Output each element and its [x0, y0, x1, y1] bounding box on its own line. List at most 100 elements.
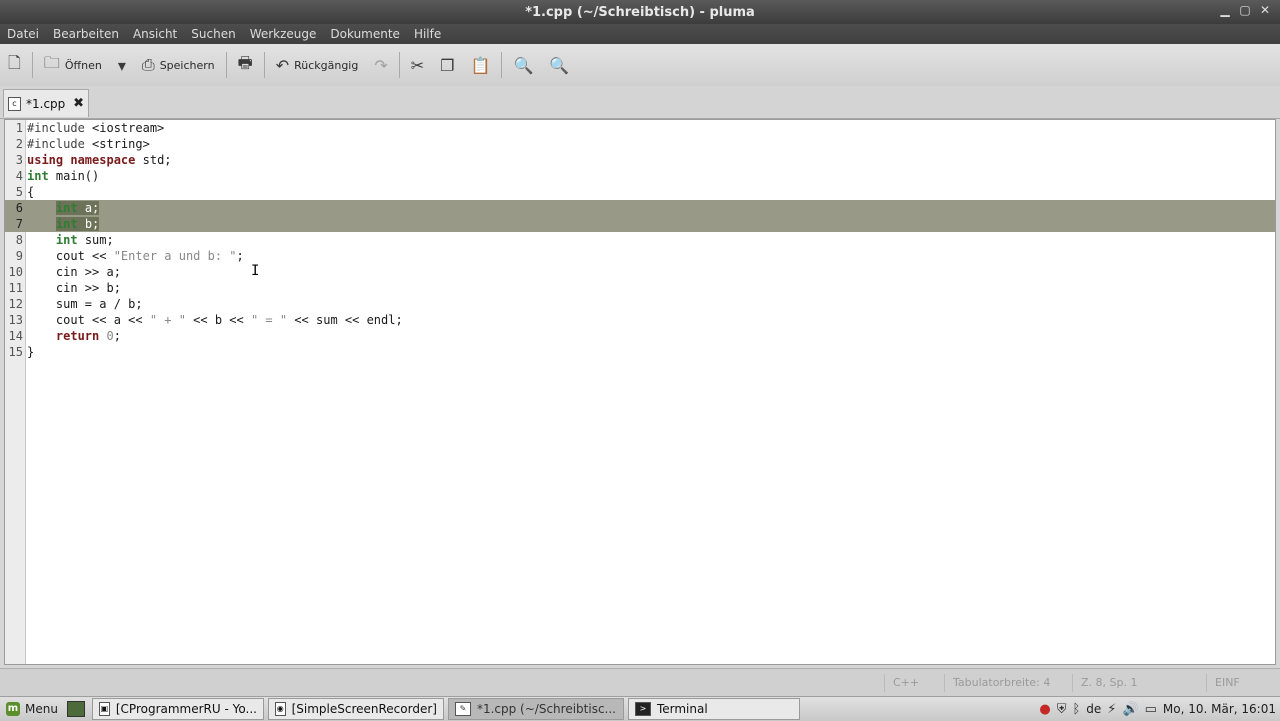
line-number: 11 — [8, 281, 23, 295]
code-line[interactable]: 5{ — [5, 184, 1275, 200]
copy-icon: ❐ — [440, 55, 455, 75]
menu-hilfe[interactable]: Hilfe — [407, 27, 448, 41]
taskbar-window-recorder[interactable]: ◉ [SimpleScreenRecorder] — [267, 698, 444, 720]
code-line[interactable]: 2 #include <string> — [5, 136, 1275, 152]
recorder-tray-icon[interactable]: ● — [1039, 702, 1050, 717]
undo-icon: ↶ — [275, 55, 290, 75]
show-desktop-icon[interactable] — [66, 701, 85, 717]
tab-1-cpp[interactable]: c *1.cpp ✖ — [3, 89, 89, 117]
code-line[interactable]: 13 cout << a << " + " << b << " = " << s… — [5, 312, 1275, 328]
toolbar-separator — [31, 52, 33, 78]
line-number: 10 — [8, 265, 23, 279]
start-menu-button[interactable]: m Menu — [0, 698, 64, 720]
volume-icon[interactable]: 🔊 — [1122, 702, 1138, 717]
code-line[interactable]: 11 cin >> b; — [5, 280, 1275, 296]
code-text: int sum; — [55, 233, 114, 247]
menu-ansicht[interactable]: Ansicht — [126, 27, 184, 41]
battery-icon[interactable]: ▭ — [1145, 702, 1157, 717]
taskbar-window-browser[interactable]: ▣ [CProgrammerRU - Yo... — [91, 698, 264, 720]
document-icon: c — [8, 96, 21, 111]
paste-button[interactable]: 📋 — [463, 50, 499, 80]
keyboard-layout[interactable]: de — [1086, 702, 1101, 716]
line-number: 15 — [8, 345, 23, 359]
menu-datei[interactable]: Datei — [0, 27, 46, 41]
close-icon[interactable]: ✕ — [1258, 3, 1272, 17]
code-line[interactable]: 1 #include <iostream> — [5, 120, 1275, 136]
code-line[interactable]: 3 using namespace std; — [5, 152, 1275, 168]
clipboard-icon: 📋 — [470, 55, 491, 75]
search-replace-button[interactable]: 🔍 — [541, 50, 577, 80]
code-line[interactable]: 8 int sum; — [5, 232, 1275, 248]
taskbar-window-pluma[interactable]: ✎ *1.cpp (~/Schreibtisc... — [447, 698, 624, 720]
minimize-icon[interactable]: ▁ — [1218, 3, 1232, 17]
recent-files-dropdown[interactable]: ▾ — [110, 50, 134, 80]
code-text: int main() — [27, 169, 100, 183]
code-text: #include <string> — [27, 137, 150, 151]
code-text: return 0; — [55, 329, 121, 343]
taskbar-window-label: [CProgrammerRU - Yo... — [115, 702, 257, 716]
clock[interactable]: Mo, 10. Mär, 16:01 — [1163, 702, 1276, 716]
start-menu-label: Menu — [25, 702, 58, 716]
toolbar-separator — [501, 52, 503, 78]
menu-suchen[interactable]: Suchen — [184, 27, 242, 41]
undo-label: Rückgängig — [294, 58, 359, 72]
language-selector[interactable]: C++ — [884, 674, 927, 692]
code-text: cout << "Enter a und b: "; — [27, 249, 244, 263]
new-document-button[interactable]: 🗋 — [0, 50, 29, 80]
text-editor-icon: ✎ — [454, 702, 471, 716]
code-line[interactable]: 10 cin >> a; — [5, 264, 1275, 280]
code-text: { — [27, 185, 35, 199]
code-editor[interactable]: 1 #include <iostream> 2 #include <string> 3 u… — [4, 119, 1276, 665]
line-number: 3 — [15, 153, 23, 167]
recorder-icon: ◉ — [274, 702, 286, 716]
cut-button[interactable]: ✂ — [403, 50, 432, 80]
line-number: 5 — [15, 185, 23, 199]
menu-dokumente[interactable]: Dokumente — [323, 27, 407, 41]
code-line[interactable]: 15} — [5, 344, 1275, 360]
tab-width-selector[interactable]: Tabulatorbreite: 4 — [944, 674, 1058, 692]
menu-werkzeuge[interactable]: Werkzeuge — [243, 27, 324, 41]
printer-icon: 🖶 — [237, 52, 253, 72]
open-label: Öffnen — [64, 58, 102, 72]
line-number: 14 — [8, 329, 23, 343]
shield-icon[interactable]: ⛨ — [1057, 702, 1067, 717]
title-bar: *1.cpp (~/Schreibtisch) - pluma ▁ ▢ ✕ — [0, 0, 1280, 24]
toolbar: 🗋 🗀 Öffnen ▾ ⎙ Speichern 🖶 ↶ Rückgängig … — [0, 44, 1280, 87]
taskbar: m Menu ▣ [CProgrammerRU - Yo... ◉ [Simpl… — [0, 696, 1280, 721]
code-line[interactable]: 6 int a; — [5, 200, 1275, 216]
tab-label: *1.cpp — [26, 96, 66, 111]
menu-bearbeiten[interactable]: Bearbeiten — [46, 27, 126, 41]
redo-button[interactable]: ↷ — [366, 50, 395, 80]
scissors-icon: ✂ — [410, 55, 425, 75]
code-line[interactable]: 12 sum = a / b; — [5, 296, 1275, 312]
insert-mode: EINF — [1206, 674, 1248, 692]
network-icon[interactable]: ⚡ — [1107, 702, 1116, 717]
code-line[interactable]: 7 int b; — [5, 216, 1275, 232]
maximize-icon[interactable]: ▢ — [1238, 3, 1252, 17]
status-bar: C++ Tabulatorbreite: 4 Z. 8, Sp. 1 EINF — [0, 668, 1280, 697]
code-text: #include <iostream> — [27, 121, 165, 135]
open-button[interactable]: 🗀 Öffnen — [36, 50, 110, 80]
print-button[interactable]: 🖶 — [230, 50, 261, 80]
code-text: int a; — [55, 201, 100, 215]
code-text: cin >> a; — [27, 265, 121, 279]
folder-icon: 🗀 — [43, 52, 60, 72]
taskbar-window-terminal[interactable]: > Terminal — [627, 698, 800, 720]
taskbar-window-label: [SimpleScreenRecorder] — [291, 702, 437, 716]
search-button[interactable]: 🔍 — [505, 50, 541, 80]
bluetooth-icon[interactable]: ᛒ — [1072, 702, 1080, 717]
code-line[interactable]: 14 return 0; — [5, 328, 1275, 344]
save-button[interactable]: ⎙ Speichern — [134, 50, 223, 80]
new-document-icon: 🗋 — [8, 52, 21, 72]
copy-button[interactable]: ❐ — [432, 50, 462, 80]
code-line[interactable]: 4 int main() — [5, 168, 1275, 184]
redo-icon: ↷ — [374, 55, 388, 75]
close-tab-icon[interactable]: ✖ — [73, 96, 84, 111]
code-line[interactable]: 9 cout << "Enter a und b: "; — [5, 248, 1275, 264]
line-number: 6 — [15, 201, 23, 215]
line-number: 1 — [15, 121, 23, 135]
system-tray: ● ⛨ ᛒ de ⚡ 🔊 ▭ Mo, 10. Mär, 16:01 — [1039, 697, 1276, 721]
window-title: *1.cpp (~/Schreibtisch) - pluma — [525, 4, 755, 20]
line-number: 8 — [15, 233, 23, 247]
undo-button[interactable]: ↶ Rückgängig — [268, 50, 367, 80]
